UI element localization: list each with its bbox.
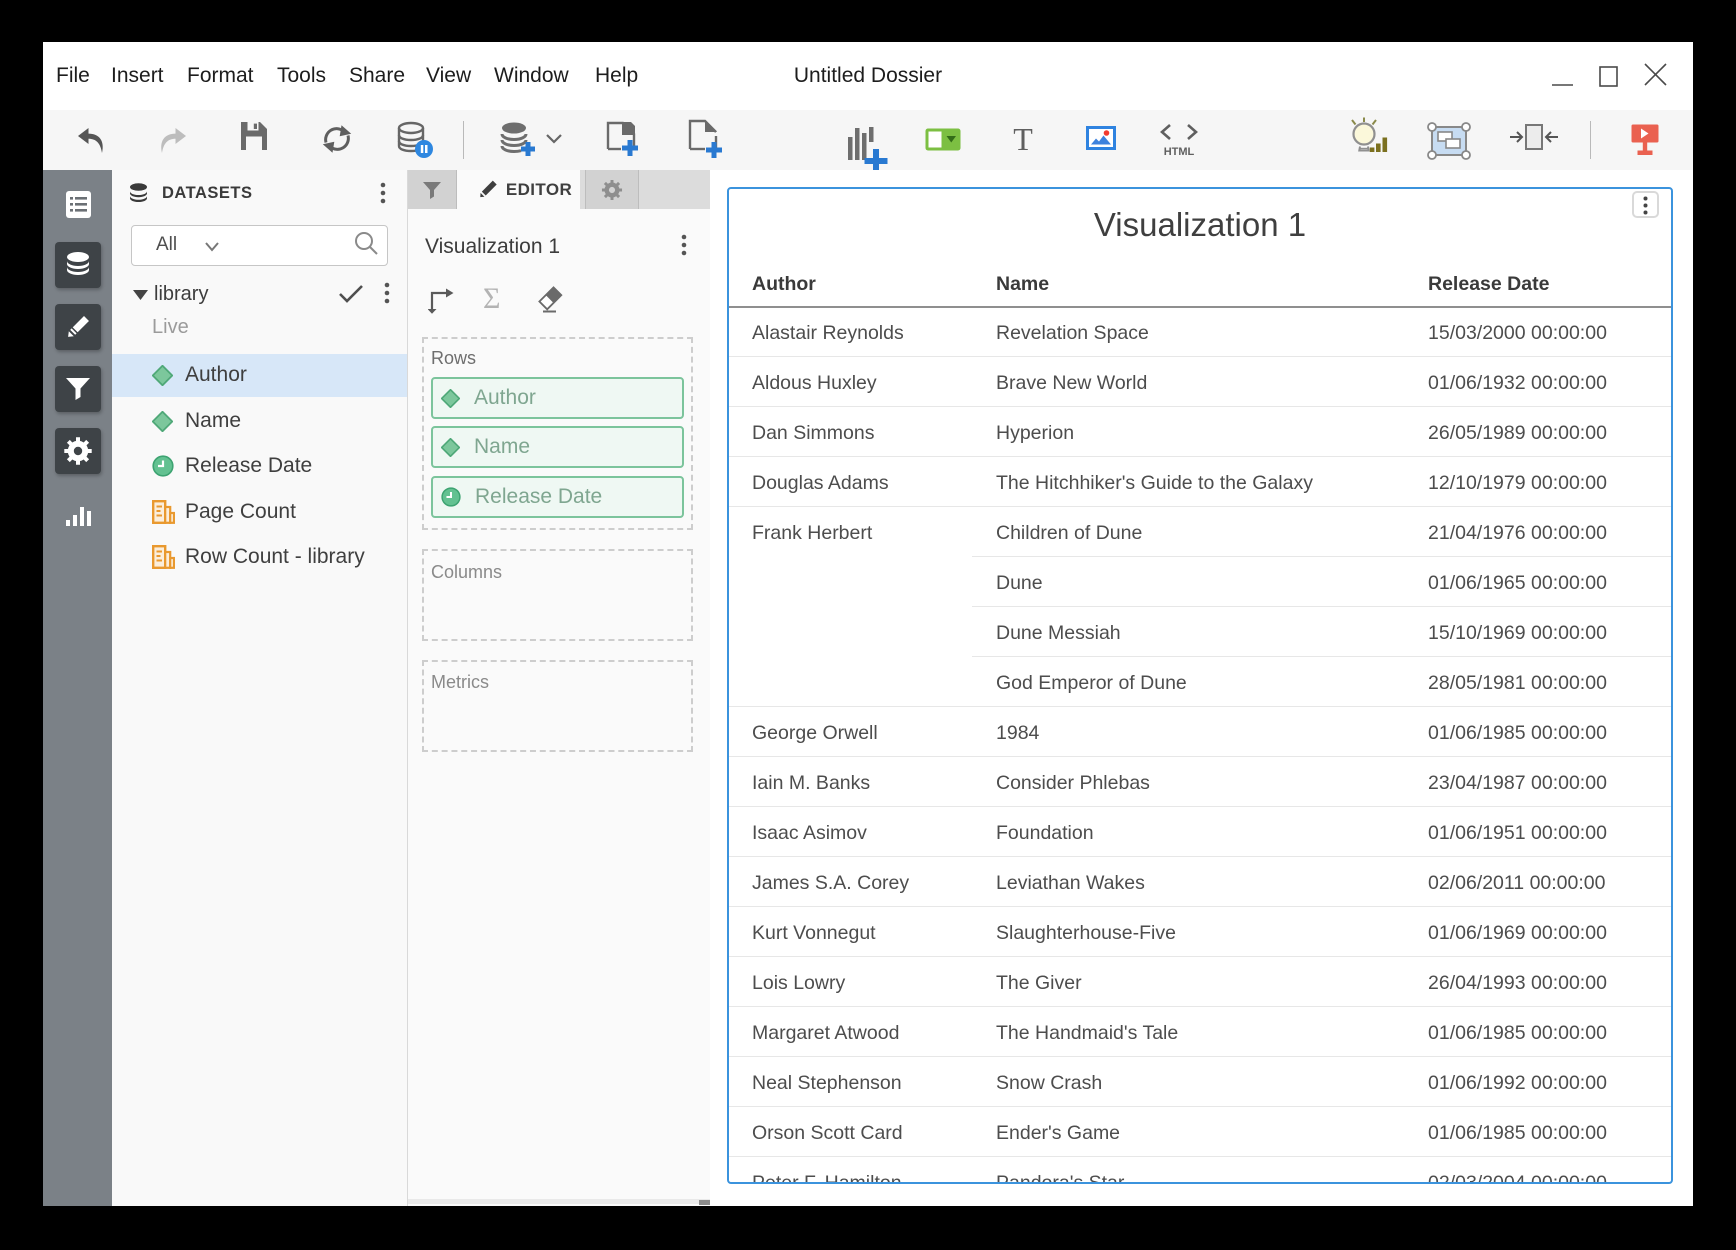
svg-text:HTML: HTML [1164, 146, 1195, 158]
